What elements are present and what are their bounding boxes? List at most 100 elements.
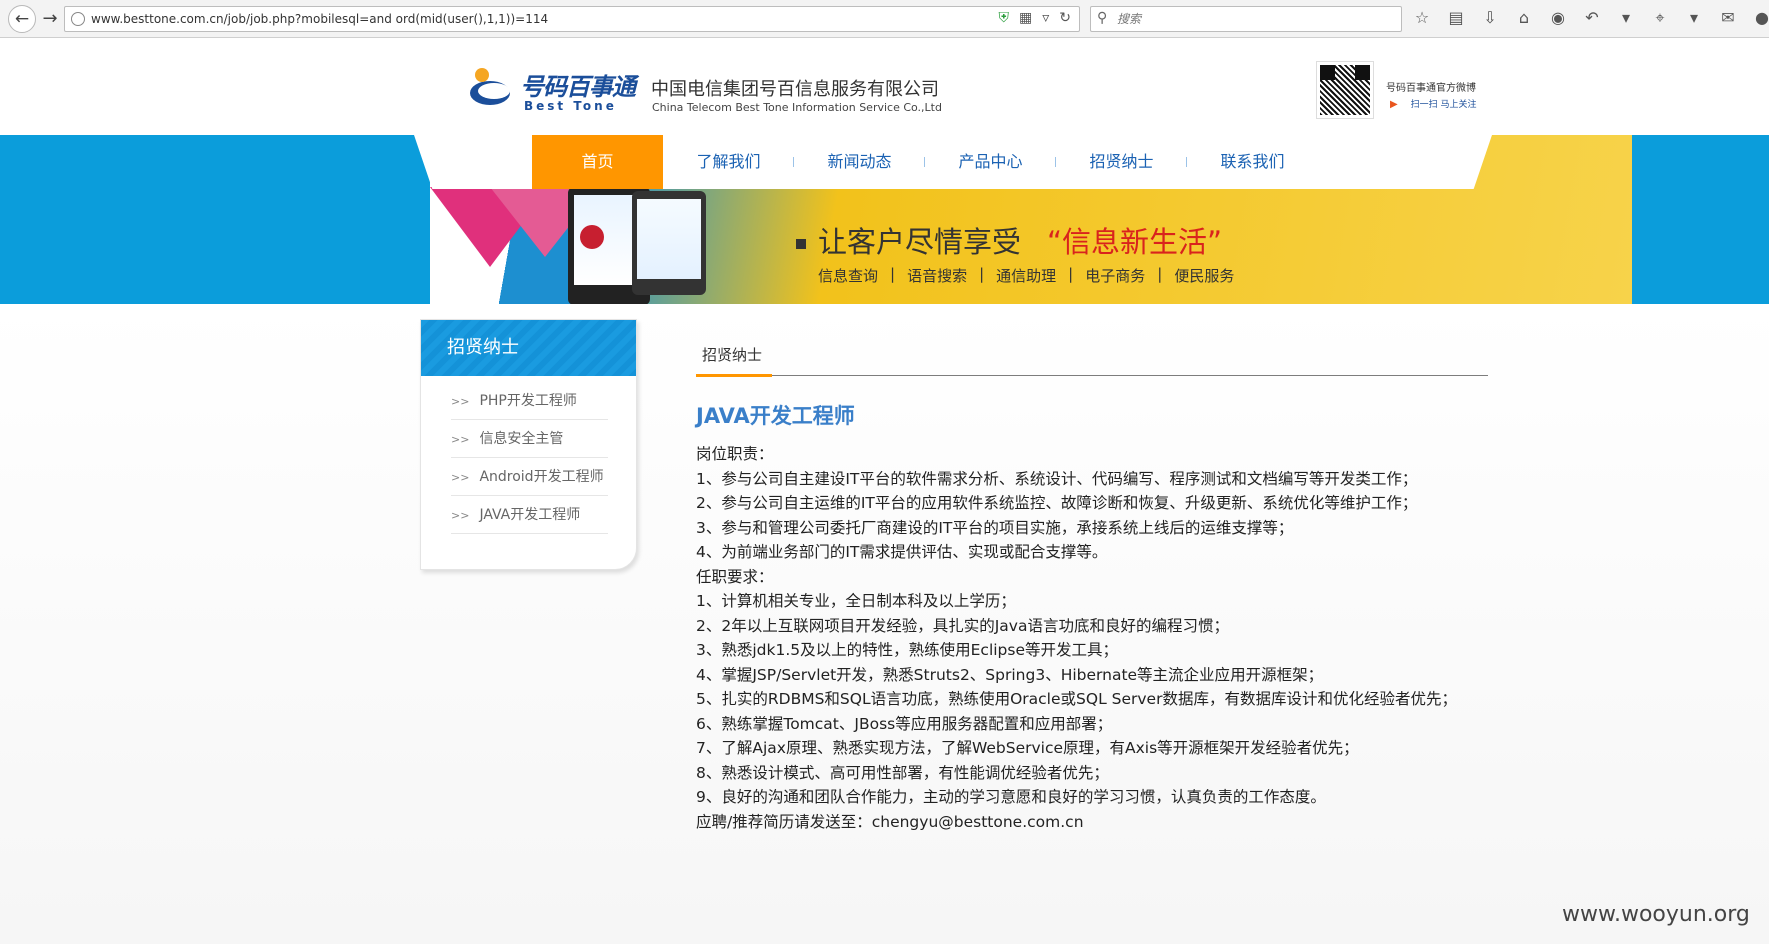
- main-content: 招贤纳士 JAVA开发工程师 岗位职责： 1、参与公司自主建设IT平台的软件需求…: [696, 334, 1488, 834]
- weibo-follow-label[interactable]: 马上关注: [1440, 100, 1476, 110]
- sidebar-item-java[interactable]: >> JAVA开发工程师: [451, 496, 608, 534]
- service-item: 语音搜索: [907, 267, 968, 285]
- site-header: 号码百事通 Best Tone 中国电信集团号百信息服务有限公司 China T…: [0, 39, 1769, 135]
- double-chevron-icon: >>: [451, 395, 470, 408]
- nav-item-about[interactable]: 了解我们: [663, 135, 794, 189]
- star-icon[interactable]: ☆: [1412, 8, 1432, 28]
- reload-icon[interactable]: ↻: [1059, 10, 1071, 26]
- search-icon: ⚲: [1097, 10, 1108, 26]
- phone-screen: [637, 199, 701, 279]
- sidebar: 招贤纳士 >> PHP开发工程师 >> 信息安全主管 >> Android开发工程师 …: [420, 319, 637, 570]
- chevron-down-icon[interactable]: ▿: [1042, 10, 1049, 26]
- tab-underline: [696, 374, 772, 377]
- chevron-down-icon[interactable]: ▾: [1684, 8, 1704, 28]
- job-line: 4、为前端业务部门的IT需求提供评估、实现或配合支撑等。: [696, 543, 1108, 561]
- play-icon: ▶: [1390, 99, 1398, 110]
- slogan-text: 让客户尽情享受: [818, 225, 1022, 259]
- address-bar[interactable]: www.besttone.com.cn/job/job.php?mobilesq…: [64, 6, 1080, 32]
- nav-item-contact[interactable]: 联系我们: [1187, 135, 1318, 189]
- nav-item-products[interactable]: 产品中心: [925, 135, 1056, 189]
- tab-careers[interactable]: 招贤纳士: [702, 344, 762, 365]
- content-area: 招贤纳士 >> PHP开发工程师 >> 信息安全主管 >> Android开发工程师 …: [0, 304, 1769, 944]
- download-icon[interactable]: ⇩: [1480, 8, 1500, 28]
- crop-icon[interactable]: ⌖: [1650, 8, 1670, 28]
- logo-text-en[interactable]: Best Tone: [524, 99, 617, 113]
- home-icon[interactable]: ⌂: [1514, 8, 1534, 28]
- nav-item-news[interactable]: 新闻动态: [794, 135, 925, 189]
- job-line: 3、参与和管理公司委托厂商建设的IT平台的项目实施，承接系统上线后的运维支撑等；: [696, 518, 1294, 537]
- job-line: 9、良好的沟通和团队合作能力，主动的学习意愿和良好的学习习惯，认真负责的工作态度…: [696, 788, 1326, 806]
- job-line: 1、计算机相关专业，全日制本科及以上学历；: [696, 592, 1016, 610]
- job-line: 2、参与公司自主运维的IT平台的应用软件系统监控、故障诊断和恢复、升级更新、系统…: [696, 494, 1418, 512]
- chat-icon[interactable]: ◉: [1548, 8, 1568, 28]
- job-line: 7、了解Ajax原理、熟悉实现方法，了解WebService原理，有Axis等开…: [696, 739, 1359, 757]
- service-separator: |: [1068, 265, 1074, 283]
- double-chevron-icon: >>: [451, 509, 470, 522]
- main-nav: 首页 了解我们 新闻动态 产品中心 招贤纳士 联系我们: [532, 135, 1318, 189]
- nav-label: 了解我们: [696, 152, 761, 171]
- banner-slogan: 让客户尽情享受 “信息新生活”: [796, 219, 1222, 261]
- search-input[interactable]: [1117, 8, 1397, 30]
- company-name-cn: 中国电信集团号百信息服务有限公司: [651, 79, 939, 100]
- sidebar-title: 招贤纳士: [421, 320, 636, 376]
- url-text[interactable]: www.besttone.com.cn/job/job.php?mobilesq…: [91, 12, 548, 26]
- section-tab-header: 招贤纳士: [696, 334, 1488, 377]
- job-description: 岗位职责： 1、参与公司自主建设IT平台的软件需求分析、系统设计、代码编写、程序…: [696, 442, 1488, 834]
- nav-label: 招贤纳士: [1089, 152, 1154, 171]
- service-item: 信息查询: [818, 267, 879, 285]
- undo-icon[interactable]: ↶: [1582, 8, 1602, 28]
- nav-item-careers[interactable]: 招贤纳士: [1056, 135, 1187, 189]
- job-title: JAVA开发工程师: [696, 404, 855, 428]
- browser-toolbar: ← → www.besttone.com.cn/job/job.php?mobi…: [0, 0, 1769, 38]
- sidebar-item-label: Android开发工程师: [479, 469, 604, 485]
- job-line: 5、扎实的RDBMS和SQL语言功底，熟练使用Oracle或SQL Server…: [696, 690, 1457, 708]
- arrow-left-icon: ←: [14, 9, 30, 29]
- company-name-en: China Telecom Best Tone Information Serv…: [652, 101, 942, 114]
- chevron-down-icon[interactable]: ▾: [1616, 8, 1636, 28]
- nav-label: 产品中心: [958, 152, 1023, 171]
- back-button[interactable]: ←: [8, 5, 36, 33]
- service-item: 通信助理: [996, 267, 1057, 285]
- forward-button[interactable]: →: [38, 7, 62, 31]
- sidebar-item-security[interactable]: >> 信息安全主管: [451, 420, 608, 458]
- globe-icon: [71, 12, 85, 26]
- banner-services: 信息查询 | 语音搜索 | 通信助理 | 电子商务 | 便民服务: [818, 265, 1234, 286]
- double-chevron-icon: >>: [451, 433, 470, 446]
- arrow-right-icon: →: [42, 8, 58, 29]
- job-line: 6、熟练掌握Tomcat、JBoss等应用服务器配置和应用部署；: [696, 714, 1113, 733]
- sidebar-item-label: PHP开发工程师: [479, 393, 577, 409]
- weibo-qrcode: [1316, 61, 1374, 119]
- banner: 首页 了解我们 新闻动态 产品中心 招贤纳士 联系我们 让客户尽情享受 “信息新生…: [0, 135, 1769, 305]
- slogan-highlight: “信息新生活”: [1047, 225, 1223, 259]
- browser-toolbar-buttons: ☆ ▤ ⇩ ⌂ ◉ ↶ ▾ ⌖ ▾ ✉ ●: [1412, 8, 1769, 28]
- logo-text-cn[interactable]: 号码百事通: [520, 67, 636, 102]
- sidebar-list: >> PHP开发工程师 >> 信息安全主管 >> Android开发工程师 >> JAV…: [421, 376, 636, 534]
- nav-label: 首页: [581, 152, 614, 171]
- sidebar-item-label: JAVA开发工程师: [479, 507, 581, 523]
- sidebar-item-php[interactable]: >> PHP开发工程师: [451, 382, 608, 420]
- address-bar-icons: ⛨ ▦ ▿ ↻: [999, 10, 1072, 26]
- shield-icon[interactable]: ⛨: [999, 10, 1010, 26]
- nav-item-home[interactable]: 首页: [532, 135, 663, 189]
- message-icon[interactable]: ✉: [1718, 8, 1738, 28]
- job-line: 岗位职责：: [696, 445, 774, 463]
- phone-image: [632, 191, 706, 295]
- search-box[interactable]: ⚲: [1090, 6, 1402, 32]
- job-line: 3、熟悉jdk1.5及以上的特性，熟练使用Eclipse等开发工具；: [696, 641, 1119, 659]
- sidebar-item-android[interactable]: >> Android开发工程师: [451, 458, 608, 496]
- nav-label: 新闻动态: [827, 152, 892, 171]
- job-line: 8、熟悉设计模式、高可用性部署，有性能调优经验者优先；: [696, 763, 1109, 782]
- service-separator: |: [1157, 265, 1163, 283]
- weibo-follow[interactable]: ▶ 扫一扫 马上关注: [1390, 97, 1476, 110]
- reading-list-icon[interactable]: ▤: [1446, 8, 1466, 28]
- job-line: 4、掌握JSP/Servlet开发，熟悉Struts2、Spring3、Hibe…: [696, 665, 1324, 684]
- contact-line: 应聘/推荐简历请发送至：chengyu@besttone.com.cn: [696, 812, 1084, 831]
- besttone-logo-icon[interactable]: [468, 63, 516, 111]
- extension-icon[interactable]: ●: [1752, 8, 1769, 28]
- qrcode-icon[interactable]: ▦: [1019, 10, 1032, 26]
- service-item: 便民服务: [1174, 267, 1235, 285]
- watermark: www.wooyun.org: [1562, 902, 1750, 927]
- service-separator: |: [979, 265, 985, 283]
- weibo-scan: 扫一扫: [1410, 100, 1438, 110]
- job-line: 任职要求：: [696, 567, 774, 586]
